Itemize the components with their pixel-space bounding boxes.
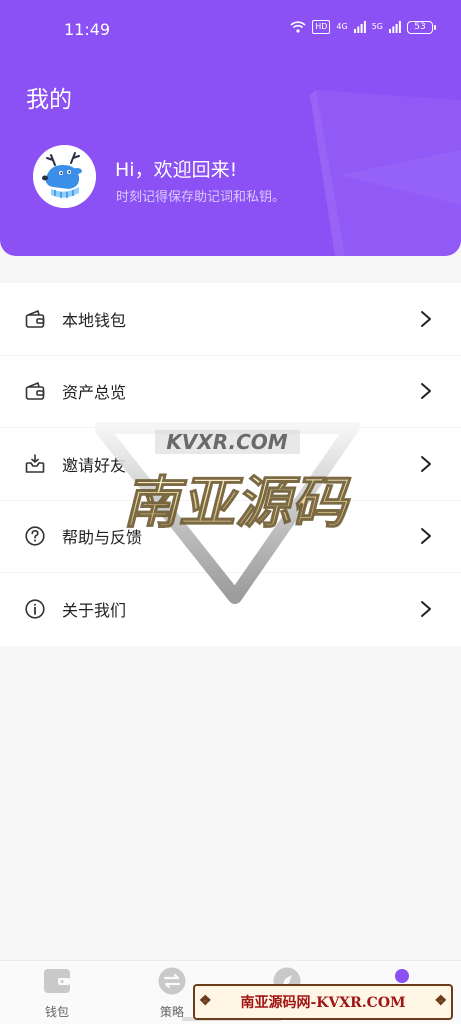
menu-item-local-wallet[interactable]: 本地钱包 [0,283,461,356]
wallet-tab-icon [44,969,70,993]
menu-item-asset-overview[interactable]: 资产总览 [0,356,461,428]
greeting-text: Hi，欢迎回来! [115,159,238,181]
menu-item-label: 帮助与反馈 [62,528,143,548]
status-time: 11:49 [64,20,111,39]
menu-item-label: 邀请好友 [62,455,127,475]
hd-icon: HD [312,20,331,34]
chevron-right-icon [421,310,431,327]
deer-avatar-icon [33,145,96,208]
network-5g-label: 5G [371,22,383,31]
signal-icon [353,21,366,33]
profile-header: 11:49 HD 4G 5G 53 我的 Hi，欢迎回来! 时刻记得保存助记词和… [0,0,461,256]
menu-item-label: 资产总览 [62,383,127,403]
menu-item-about-us[interactable]: 关于我们 [0,573,461,646]
chevron-right-icon [421,383,431,400]
greeting-subtitle: 时刻记得保存助记词和私钥。 [116,190,286,205]
tab-label: 钱包 [44,1005,69,1019]
avatar[interactable] [33,145,96,208]
swap-tab-icon [158,967,186,995]
profile-page: 11:49 HD 4G 5G 53 我的 Hi，欢迎回来! 时刻记得保存助记词和… [0,0,461,1024]
wifi-icon [290,21,306,33]
wallet-icon [25,309,45,328]
wallet-icon [25,382,45,401]
chevron-right-icon [421,528,431,545]
banner-text: 南亚源码网-KVXR.COM [240,995,406,1011]
menu-item-invite-friends[interactable]: 邀请好友 [0,428,461,501]
status-bar: 11:49 HD 4G 5G 53 [0,0,461,58]
menu-list: 本地钱包 资产总览 邀请好友 帮助与反馈 关于我们 [0,283,461,646]
inbox-icon [25,453,45,473]
info-icon [25,599,45,619]
chevron-right-icon [421,455,431,472]
battery-icon: 53 [407,20,436,34]
watermark-banner: 南亚源码网-KVXR.COM [193,984,453,1020]
signal-icon-2 [389,21,401,33]
page-title: 我的 [26,87,72,113]
menu-item-label: 本地钱包 [62,310,127,330]
help-icon [25,526,45,546]
menu-item-label: 关于我们 [62,601,127,621]
status-icons: HD 4G 5G 53 [290,20,436,34]
tab-wallet[interactable]: 钱包 [12,961,102,1024]
chevron-right-icon [421,601,431,618]
menu-item-help-feedback[interactable]: 帮助与反馈 [0,501,461,573]
network-4g-label: 4G [336,22,348,31]
